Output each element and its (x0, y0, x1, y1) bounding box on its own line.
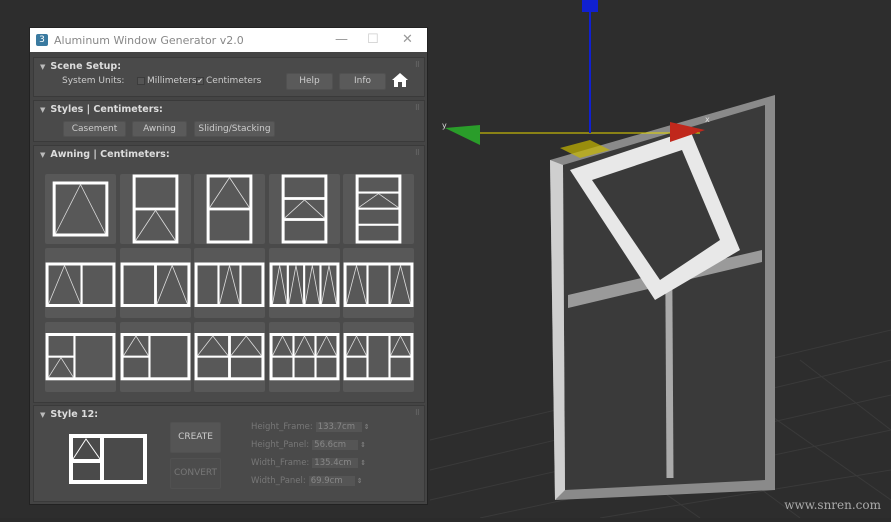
spinner-icon[interactable]: ⇕ (364, 423, 370, 431)
style-preview (69, 434, 147, 484)
window-style-thumb-2[interactable] (119, 174, 191, 244)
field-label: Height_Panel: (251, 440, 310, 450)
window-style-thumb-5[interactable] (343, 174, 414, 244)
window-style-icon (281, 174, 327, 244)
window-style-icon (343, 333, 414, 381)
field-input[interactable]: 69.9cm (308, 476, 355, 486)
window-style-thumb-9[interactable] (268, 248, 340, 318)
style-detail-section: ▼ Style 12: ⠿ CREATE CONVERT Height_Frame… (33, 405, 425, 502)
window-style-icon (132, 174, 178, 244)
window-style-icon (269, 333, 339, 381)
svg-text:x: x (705, 115, 710, 124)
sliding-stacking-button[interactable]: Sliding/Stacking (194, 121, 275, 137)
window-style-thumb-14[interactable] (268, 322, 340, 392)
style-detail-toggle[interactable]: ▼ Style 12: (40, 409, 98, 420)
generator-dialog: 3 Aluminum Window Generator v2.0 — ☐ ✕ ▼… (29, 27, 428, 505)
window-style-thumb-3[interactable] (194, 174, 265, 244)
centimeters-checkbox[interactable]: ✔ Centimeters (196, 76, 261, 86)
window-style-thumb-8[interactable] (194, 248, 265, 318)
grip-icon: ⠿ (414, 149, 420, 157)
system-units-label: System Units: (62, 76, 125, 86)
svg-text:y: y (442, 121, 447, 130)
awning-toggle[interactable]: ▼ Awning | Centimeters: (40, 149, 170, 160)
window-style-icon (52, 181, 109, 237)
window-style-thumb-12[interactable] (119, 322, 191, 392)
maximize-button[interactable]: ☐ (367, 32, 379, 47)
spinner-icon[interactable]: ⇕ (357, 477, 363, 485)
window-style-thumb-11[interactable] (45, 322, 116, 392)
window-style-icon (45, 262, 116, 307)
spinner-icon[interactable]: ⇕ (360, 441, 366, 449)
scene-setup-section: ▼ Scene Setup: ⠿ System Units: Millimeter… (33, 57, 425, 97)
styles-toggle[interactable]: ▼ Styles | Centimeters: (40, 104, 163, 115)
minimize-button[interactable]: — (335, 32, 348, 47)
window-style-icon (355, 174, 402, 244)
checkmark-icon: ✔ (196, 76, 204, 85)
dimension-field: Height_Frame: 133.7cm ⇕ (251, 422, 370, 432)
field-label: Width_Frame: (251, 458, 310, 468)
grip-icon: ⠿ (414, 409, 420, 417)
field-input[interactable]: 133.7cm (315, 422, 362, 432)
dimension-field: Width_Frame: 135.4cm ⇕ (251, 458, 366, 468)
field-input[interactable]: 56.6cm (312, 440, 359, 450)
window-style-icon (120, 333, 190, 381)
section-title: Awning | Centimeters: (50, 149, 170, 160)
awning-section: ▼ Awning | Centimeters: ⠿ (33, 145, 425, 403)
checkbox-icon (137, 76, 145, 85)
millimeters-label: Millimeters (147, 76, 197, 86)
window-style-icon (194, 262, 265, 307)
info-button[interactable]: Info (339, 73, 386, 90)
close-button[interactable]: ✕ (402, 32, 413, 47)
field-input[interactable]: 135.4cm (312, 458, 359, 468)
convert-button[interactable]: CONVERT (170, 458, 221, 489)
window-style-thumb-6[interactable] (45, 248, 116, 318)
centimeters-label: Centimeters (206, 76, 262, 86)
millimeters-checkbox[interactable]: Millimeters (137, 76, 197, 86)
dimension-field: Width_Panel: 69.9cm ⇕ (251, 476, 363, 486)
grip-icon: ⠿ (414, 61, 420, 69)
window-style-thumb-4[interactable] (268, 174, 340, 244)
home-icon[interactable] (391, 72, 409, 88)
create-button[interactable]: CREATE (170, 422, 221, 453)
window-style-thumb-13[interactable] (194, 322, 265, 392)
help-button[interactable]: Help (286, 73, 333, 90)
window-style-icon (120, 262, 190, 307)
window-style-icon (343, 262, 414, 307)
dimension-field: Height_Panel: 56.6cm ⇕ (251, 440, 366, 450)
window-style-icon (206, 174, 253, 244)
awning-button[interactable]: Awning (132, 121, 187, 137)
styles-section: ▼ Styles | Centimeters: ⠿ Casement Awning… (33, 100, 425, 142)
window-style-thumb-15[interactable] (343, 322, 414, 392)
section-title: Styles | Centimeters: (50, 104, 163, 115)
grip-icon: ⠿ (414, 104, 420, 112)
field-label: Width_Panel: (251, 476, 306, 486)
title-bar: 3 Aluminum Window Generator v2.0 — ☐ ✕ (30, 28, 427, 52)
scene-setup-toggle[interactable]: ▼ Scene Setup: (40, 61, 121, 72)
window-style-thumb-10[interactable] (343, 248, 414, 318)
app-icon: 3 (36, 34, 48, 46)
window-title: Aluminum Window Generator v2.0 (54, 33, 244, 47)
window-style-thumb-1[interactable] (45, 174, 116, 244)
section-title: Scene Setup: (50, 61, 122, 72)
window-style-icon (194, 333, 265, 381)
window-style-thumb-7[interactable] (119, 248, 191, 318)
window-style-icon (45, 333, 116, 381)
watermark: www.snren.com (784, 498, 881, 512)
casement-button[interactable]: Casement (63, 121, 126, 137)
spinner-icon[interactable]: ⇕ (360, 459, 366, 467)
field-label: Height_Frame: (251, 422, 313, 432)
window-style-icon (269, 262, 339, 307)
section-title: Style 12: (50, 409, 98, 420)
